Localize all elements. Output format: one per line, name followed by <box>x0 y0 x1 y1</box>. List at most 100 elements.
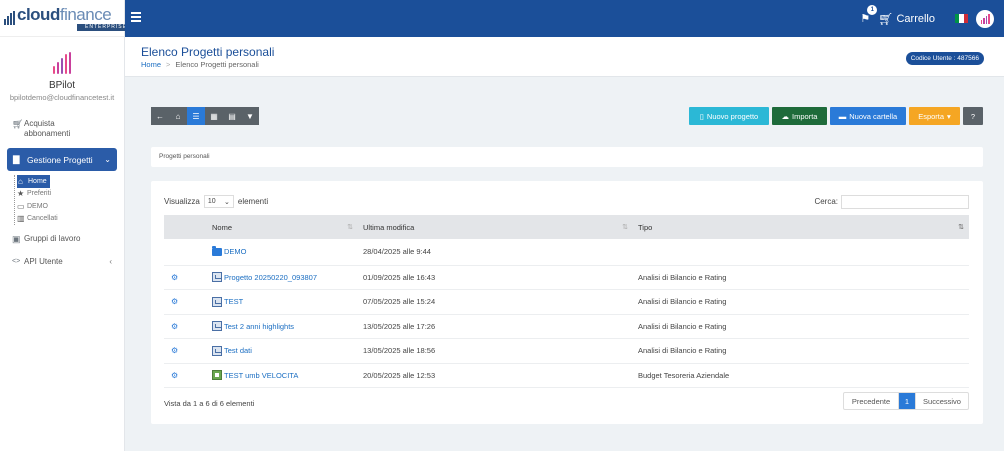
table-row[interactable]: ⚙ Progetto 20250220_093807 01/09/2025 al… <box>164 265 969 290</box>
page-1-button[interactable]: 1 <box>899 393 915 409</box>
projects-table: Nome ⇅ Ultima modifica ⇅ Tipo ⇅ DEMO 28/04/… <box>164 215 969 388</box>
analysis-doc-icon <box>212 345 222 356</box>
breadcrumb-current: Elenco Progetti personali <box>175 60 259 69</box>
gear-icon[interactable]: ⚙ <box>164 290 207 315</box>
gear-icon[interactable]: ⚙ <box>164 339 207 364</box>
table-row[interactable]: ⚙ TEST 07/05/2025 alle 15:24 Analisi di … <box>164 290 969 315</box>
gear-icon[interactable]: ⚙ <box>164 363 207 388</box>
tree-item-home[interactable]: ⌂ Home <box>17 175 50 188</box>
list-view-button[interactable]: ☰ <box>187 107 205 125</box>
new-project-button[interactable]: ▯ Nuovo progetto <box>689 107 769 125</box>
hamburger-icon[interactable] <box>131 12 141 24</box>
calendar-button[interactable]: ▤ <box>223 107 241 125</box>
code-icon: <> <box>12 258 21 265</box>
star-icon: ★ <box>17 189 25 199</box>
file-icon: ▇ <box>13 154 20 164</box>
project-link[interactable]: DEMO <box>212 245 353 256</box>
analysis-doc-icon <box>212 321 222 332</box>
page-header: Elenco Progetti personali Home > Elenco … <box>125 37 1004 77</box>
profile-email: bpilotdemo@cloudfinancetest.it <box>9 93 115 102</box>
back-button[interactable]: ← <box>151 107 169 125</box>
sidebar-item-purchase[interactable]: 🛒︎ Acquista abbonamenti <box>0 116 124 142</box>
user-avatar[interactable] <box>976 9 994 28</box>
project-link[interactable]: Progetto 20250220_093807 <box>212 272 353 283</box>
project-link[interactable]: Test dati <box>212 345 353 356</box>
logo-bars-icon <box>4 11 15 25</box>
header-name[interactable]: Nome ⇅ <box>207 215 358 239</box>
import-button[interactable]: ☁ Importa <box>772 107 827 125</box>
table-controls: Visualizza 10 ⌄ elementi Cerca: <box>164 194 969 209</box>
header-actions <box>164 215 207 239</box>
chevron-left-icon: ‹ <box>109 257 112 266</box>
project-link[interactable]: Test 2 anni highlights <box>212 321 353 332</box>
prev-page-button[interactable]: Precedente <box>844 393 899 409</box>
header-modified[interactable]: Ultima modifica ⇅ <box>358 215 633 239</box>
home-button[interactable]: ⌂ <box>169 107 187 125</box>
tree-item-favorites[interactable]: ★ Preferiti <box>17 188 124 201</box>
path-panel: Progetti personali <box>151 147 983 167</box>
folder-icon: ▭ <box>17 201 25 211</box>
sidebar-item-groups-label: Gruppi di lavoro <box>24 234 81 243</box>
gear-icon[interactable]: ⚙ <box>164 265 207 290</box>
grid-view-button[interactable]: ▦ <box>205 107 223 125</box>
sidebar-item-api[interactable]: <> API Utente ‹ <box>0 247 124 270</box>
profile-avatar-icon <box>53 52 71 74</box>
tree-item-demo[interactable]: ▭ DEMO <box>17 200 124 213</box>
brand-logo[interactable]: cloudfinance ENTERPRISE <box>0 0 135 37</box>
profile: BPilot bpilotdemo@cloudfinancetest.it <box>0 37 124 102</box>
italy-flag-icon[interactable] <box>955 14 968 23</box>
folder-icon <box>212 245 222 256</box>
help-button[interactable]: ? <box>963 107 983 125</box>
next-page-button[interactable]: Successivo <box>915 393 968 409</box>
folder-icon: ▬ <box>838 111 847 121</box>
sidebar-item-groups[interactable]: ▣ Gruppi di lavoro <box>0 229 124 247</box>
profile-name: BPilot <box>48 80 76 91</box>
table-row[interactable]: ⚙ Test 2 anni highlights 13/05/2025 alle… <box>164 314 969 339</box>
budget-doc-icon <box>212 370 222 381</box>
cart-button[interactable]: 🛒︎ Carrello <box>878 12 935 26</box>
table-row[interactable]: ⚙ Test dati 13/05/2025 alle 18:56 Analis… <box>164 339 969 364</box>
purchase-line1: Acquista <box>24 119 55 128</box>
brand-name-2: finance <box>59 4 112 24</box>
group-icon: ▣ <box>12 234 21 244</box>
file-icon: ▯ <box>699 111 704 121</box>
export-button[interactable]: Esporta ▾ <box>909 107 960 125</box>
header-type[interactable]: Tipo ⇅ <box>633 215 969 239</box>
cart-icon: 🛒︎ <box>878 11 894 26</box>
chevron-down-icon: ⌄ <box>224 198 230 206</box>
notification-badge: 1 <box>867 5 878 15</box>
caret-down-icon: ▾ <box>947 111 951 121</box>
table-row[interactable]: DEMO 28/04/2025 alle 9:44 <box>164 239 969 265</box>
breadcrumb-home[interactable]: Home <box>141 60 161 69</box>
home-icon: ⌂ <box>175 111 181 121</box>
project-link[interactable]: TEST <box>212 296 353 307</box>
flag-notification-icon: ⚑ <box>860 13 871 25</box>
entries-label: elementi <box>237 197 269 206</box>
toolbar: ← ⌂ ☰ ▦ ▤ ▼ ▯ Nuovo progetto ☁ Importa ▬ Nu… <box>151 107 983 125</box>
sort-icon: ⇅ <box>347 224 353 231</box>
sort-icon: ⇅ <box>958 224 964 231</box>
page-title: Elenco Progetti personali <box>141 45 275 59</box>
notifications-button[interactable]: ⚑ 1 <box>860 5 878 25</box>
user-code-badge: Codice Utente : 487566 <box>905 52 984 65</box>
brand-name-1: cloud <box>17 4 60 24</box>
gear-icon[interactable]: ⚙ <box>164 314 207 339</box>
cart-label: Carrello <box>896 12 935 25</box>
page-length-select[interactable]: 10 ⌄ <box>203 195 234 208</box>
show-label: Visualizza <box>164 197 200 206</box>
table-row[interactable]: ⚙ TEST umb VELOCITA 20/05/2025 alle 12:5… <box>164 363 969 388</box>
topbar: ⚑ 1 🛒︎ Carrello <box>125 0 1004 37</box>
new-folder-button[interactable]: ▬ Nuova cartella <box>830 107 906 125</box>
calendar-icon: ▤ <box>228 111 236 121</box>
arrow-left-icon: ← <box>156 111 164 121</box>
search-label: Cerca: <box>814 197 838 206</box>
project-tree: ⌂ Home ★ Preferiti ▭ DEMO ▥ Cancellati <box>14 175 124 225</box>
filter-button[interactable]: ▼ <box>241 107 259 125</box>
tree-item-trash[interactable]: ▥ Cancellati <box>17 213 124 226</box>
project-link[interactable]: TEST umb VELOCITA <box>212 370 353 381</box>
sidebar-item-projects[interactable]: ▇ Gestione Progetti ⌄ <box>7 148 117 171</box>
filter-icon: ▼ <box>246 111 254 121</box>
search-input[interactable] <box>841 194 969 209</box>
cloud-icon: ☁ <box>781 111 790 121</box>
table-header-row: Nome ⇅ Ultima modifica ⇅ Tipo ⇅ <box>164 215 969 239</box>
